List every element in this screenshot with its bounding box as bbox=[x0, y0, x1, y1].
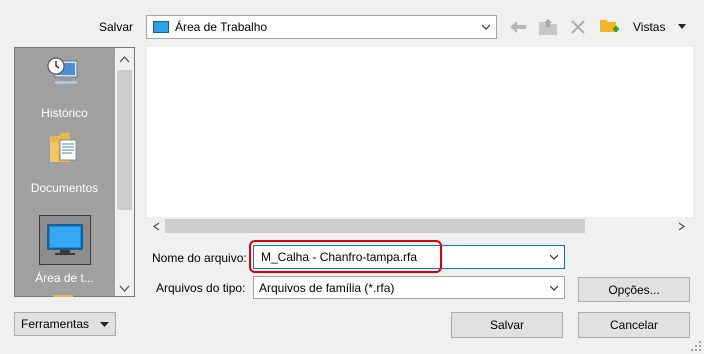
views-menu-button[interactable]: Vistas bbox=[633, 20, 665, 34]
history-icon bbox=[47, 57, 78, 84]
file-type-value: Arquivos de família (*.rfa) bbox=[259, 281, 395, 295]
file-list[interactable] bbox=[147, 47, 693, 235]
documents-folder-icon bbox=[50, 133, 77, 162]
chevron-down-icon[interactable] bbox=[550, 253, 558, 261]
chevron-down-icon bbox=[482, 24, 490, 30]
scroll-left-icon[interactable] bbox=[153, 222, 160, 231]
place-history-label: Histórico bbox=[41, 106, 88, 120]
chevron-down-icon bbox=[550, 285, 558, 291]
place-documents[interactable]: Documentos bbox=[15, 128, 114, 198]
delete-icon[interactable] bbox=[569, 18, 587, 36]
views-dropdown-icon[interactable] bbox=[677, 23, 687, 31]
back-arrow-icon[interactable] bbox=[508, 18, 528, 36]
up-folder-icon[interactable] bbox=[537, 16, 559, 38]
resize-grip-icon[interactable] bbox=[690, 340, 702, 352]
file-name-label: Nome do arquivo: bbox=[152, 251, 247, 265]
tools-button-label: Ferramentas bbox=[21, 317, 90, 331]
tools-button[interactable]: Ferramentas bbox=[14, 312, 116, 336]
desktop-place-icon bbox=[47, 224, 83, 255]
places-bar: Histórico Documentos Área de t... bbox=[14, 47, 135, 297]
place-desktop[interactable]: Área de t... bbox=[15, 209, 114, 296]
places-scrollbar[interactable] bbox=[115, 48, 134, 296]
save-in-label: Salvar bbox=[99, 20, 134, 34]
file-list-hscrollbar[interactable] bbox=[147, 217, 693, 235]
cancel-button[interactable]: Cancelar bbox=[578, 312, 690, 338]
save-button-label: Salvar bbox=[489, 318, 524, 332]
cancel-button-label: Cancelar bbox=[609, 318, 659, 332]
place-desktop-label: Área de t... bbox=[35, 271, 94, 285]
location-dropdown[interactable]: Área de Trabalho bbox=[146, 15, 497, 39]
scroll-right-icon[interactable] bbox=[678, 222, 685, 231]
views-label: Vistas bbox=[633, 20, 666, 34]
save-button[interactable]: Salvar bbox=[451, 312, 563, 338]
scroll-up-icon[interactable] bbox=[119, 56, 130, 63]
options-button-label: Opções... bbox=[608, 282, 660, 297]
file-type-label: Arquivos do tipo: bbox=[156, 281, 246, 295]
new-folder-icon[interactable] bbox=[598, 16, 622, 38]
file-type-dropdown[interactable]: Arquivos de família (*.rfa) bbox=[253, 276, 565, 299]
hscroll-thumb[interactable] bbox=[165, 219, 585, 233]
scroll-down-icon[interactable] bbox=[119, 285, 130, 292]
scrollbar-thumb[interactable] bbox=[117, 70, 132, 210]
place-history[interactable]: Histórico bbox=[15, 53, 114, 123]
next-place-icon bbox=[53, 295, 73, 297]
location-value: Área de Trabalho bbox=[175, 20, 268, 34]
highlight-box bbox=[249, 240, 442, 273]
place-documents-label: Documentos bbox=[30, 181, 99, 195]
desktop-icon bbox=[153, 21, 169, 33]
options-button[interactable]: Opções... bbox=[578, 277, 690, 302]
tools-dropdown-icon bbox=[100, 322, 109, 327]
